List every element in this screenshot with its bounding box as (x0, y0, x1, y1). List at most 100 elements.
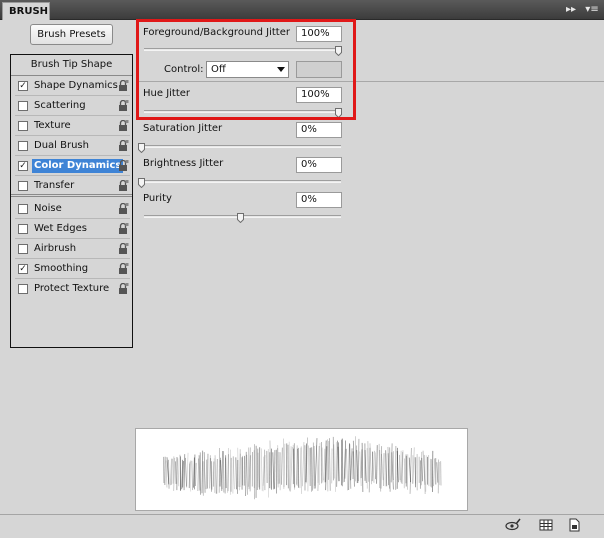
lock-icon[interactable] (118, 282, 129, 294)
saturation-jitter-field[interactable]: 0% (296, 122, 342, 138)
checkbox[interactable]: ✓ (18, 264, 28, 274)
list-item[interactable]: Transfer (11, 176, 132, 196)
list-item[interactable]: Wet Edges (11, 219, 132, 239)
stroke-bristle (165, 460, 168, 488)
stroke-bristle (193, 454, 196, 490)
list-item[interactable]: Scattering (11, 96, 132, 116)
brush-presets-button[interactable]: Brush Presets (30, 24, 113, 45)
list-item[interactable]: ✓ Smoothing (11, 259, 132, 279)
purity-thumb[interactable] (236, 213, 244, 223)
option-label: Dual Brush (34, 140, 89, 151)
checkbox[interactable]: ✓ (18, 161, 28, 171)
panel-menu-icon[interactable]: ▾≡ (584, 3, 600, 17)
stroke-bristle (317, 446, 320, 492)
option-label: Shape Dynamics (34, 80, 118, 91)
grid-icon[interactable] (538, 517, 554, 533)
stroke-bristle (175, 461, 177, 484)
stroke-bristle (311, 447, 314, 491)
stroke-preview-graphic (163, 436, 442, 500)
option-label: Transfer (34, 180, 75, 191)
stroke-bristle (209, 455, 211, 489)
stroke-bristle (272, 452, 275, 490)
stroke-bristle (350, 448, 353, 481)
lock-icon[interactable] (118, 202, 129, 214)
checkbox[interactable] (18, 204, 28, 214)
stroke-bristle (345, 448, 349, 491)
new-preset-icon[interactable] (566, 517, 582, 533)
option-label: Wet Edges (34, 223, 87, 234)
checkbox[interactable] (18, 121, 28, 131)
lock-icon[interactable] (118, 119, 129, 131)
stroke-bristle (246, 454, 248, 495)
list-item[interactable]: Protect Texture (11, 279, 132, 299)
option-label: Noise (34, 203, 62, 214)
stroke-bristle (198, 455, 201, 491)
checkbox[interactable] (18, 224, 28, 234)
stroke-bristle (368, 447, 371, 493)
checkbox[interactable] (18, 101, 28, 111)
purity-field[interactable]: 0% (296, 192, 342, 208)
stroke-bristle (310, 447, 312, 492)
stroke-bristle (186, 452, 189, 488)
brush-stroke-preview (135, 428, 468, 511)
stroke-bristle (177, 458, 180, 487)
stroke-bristle (323, 448, 326, 481)
stroke-bristle (369, 443, 372, 485)
stroke-bristle (349, 444, 352, 489)
checkbox[interactable] (18, 141, 28, 151)
checkbox[interactable] (18, 181, 28, 191)
saturation-jitter-label: Saturation Jitter (143, 123, 223, 134)
list-item[interactable]: ✓ Color Dynamics (11, 156, 132, 176)
lock-icon[interactable] (118, 79, 129, 91)
stroke-bristle (423, 454, 426, 494)
list-item[interactable]: Airbrush (11, 239, 132, 259)
stroke-bristle (195, 462, 197, 486)
list-item[interactable]: Texture (11, 116, 132, 136)
checkbox[interactable] (18, 284, 28, 294)
option-label: Protect Texture (34, 283, 110, 294)
option-label: Smoothing (34, 263, 89, 274)
stroke-bristle (221, 450, 224, 492)
stroke-bristle (203, 452, 206, 493)
lock-icon[interactable] (118, 179, 129, 191)
stroke-bristle (329, 438, 331, 491)
checkbox[interactable]: ✓ (18, 81, 28, 91)
eye-brush-icon[interactable] (505, 517, 521, 533)
brightness-jitter-label: Brightness Jitter (143, 158, 224, 169)
stroke-bristle (361, 442, 364, 493)
list-item[interactable]: Dual Brush (11, 136, 132, 156)
stroke-bristle (352, 440, 355, 487)
list-item[interactable]: ✓ Shape Dynamics (11, 76, 132, 96)
brightness-jitter-thumb[interactable] (138, 178, 145, 188)
purity-label: Purity (143, 193, 172, 204)
brightness-jitter-slider[interactable] (144, 180, 341, 183)
stroke-bristle (260, 448, 263, 491)
lock-icon[interactable] (118, 242, 129, 254)
option-label: Scattering (34, 100, 86, 111)
stroke-bristle (379, 450, 382, 492)
stroke-bristle (381, 453, 384, 481)
saturation-jitter-thumb[interactable] (138, 143, 145, 153)
stroke-bristle (421, 457, 423, 482)
stroke-bristle (235, 457, 237, 490)
stroke-bristle (307, 445, 309, 492)
brush-options-list: Brush Tip Shape ✓ Shape Dynamics Scatterin… (10, 54, 133, 348)
option-label: Airbrush (34, 243, 77, 254)
lock-icon[interactable] (118, 99, 129, 111)
saturation-jitter-slider[interactable] (144, 145, 341, 148)
stroke-bristle (197, 458, 200, 492)
lock-icon[interactable] (118, 262, 129, 274)
checkbox[interactable] (18, 244, 28, 254)
lock-icon[interactable] (118, 222, 129, 234)
brush-tip-shape-item[interactable]: Brush Tip Shape (11, 55, 132, 75)
brush-panel-tab[interactable]: BRUSH (2, 2, 50, 20)
stroke-bristle (380, 446, 383, 489)
list-item[interactable]: Noise (11, 199, 132, 219)
lock-icon[interactable] (118, 159, 129, 171)
list-divider (11, 196, 132, 197)
collapse-icon[interactable]: ▸▸ (563, 3, 579, 17)
stroke-bristle (257, 452, 260, 488)
brightness-jitter-field[interactable]: 0% (296, 157, 342, 173)
lock-icon[interactable] (118, 139, 129, 151)
stroke-bristle (283, 443, 286, 488)
